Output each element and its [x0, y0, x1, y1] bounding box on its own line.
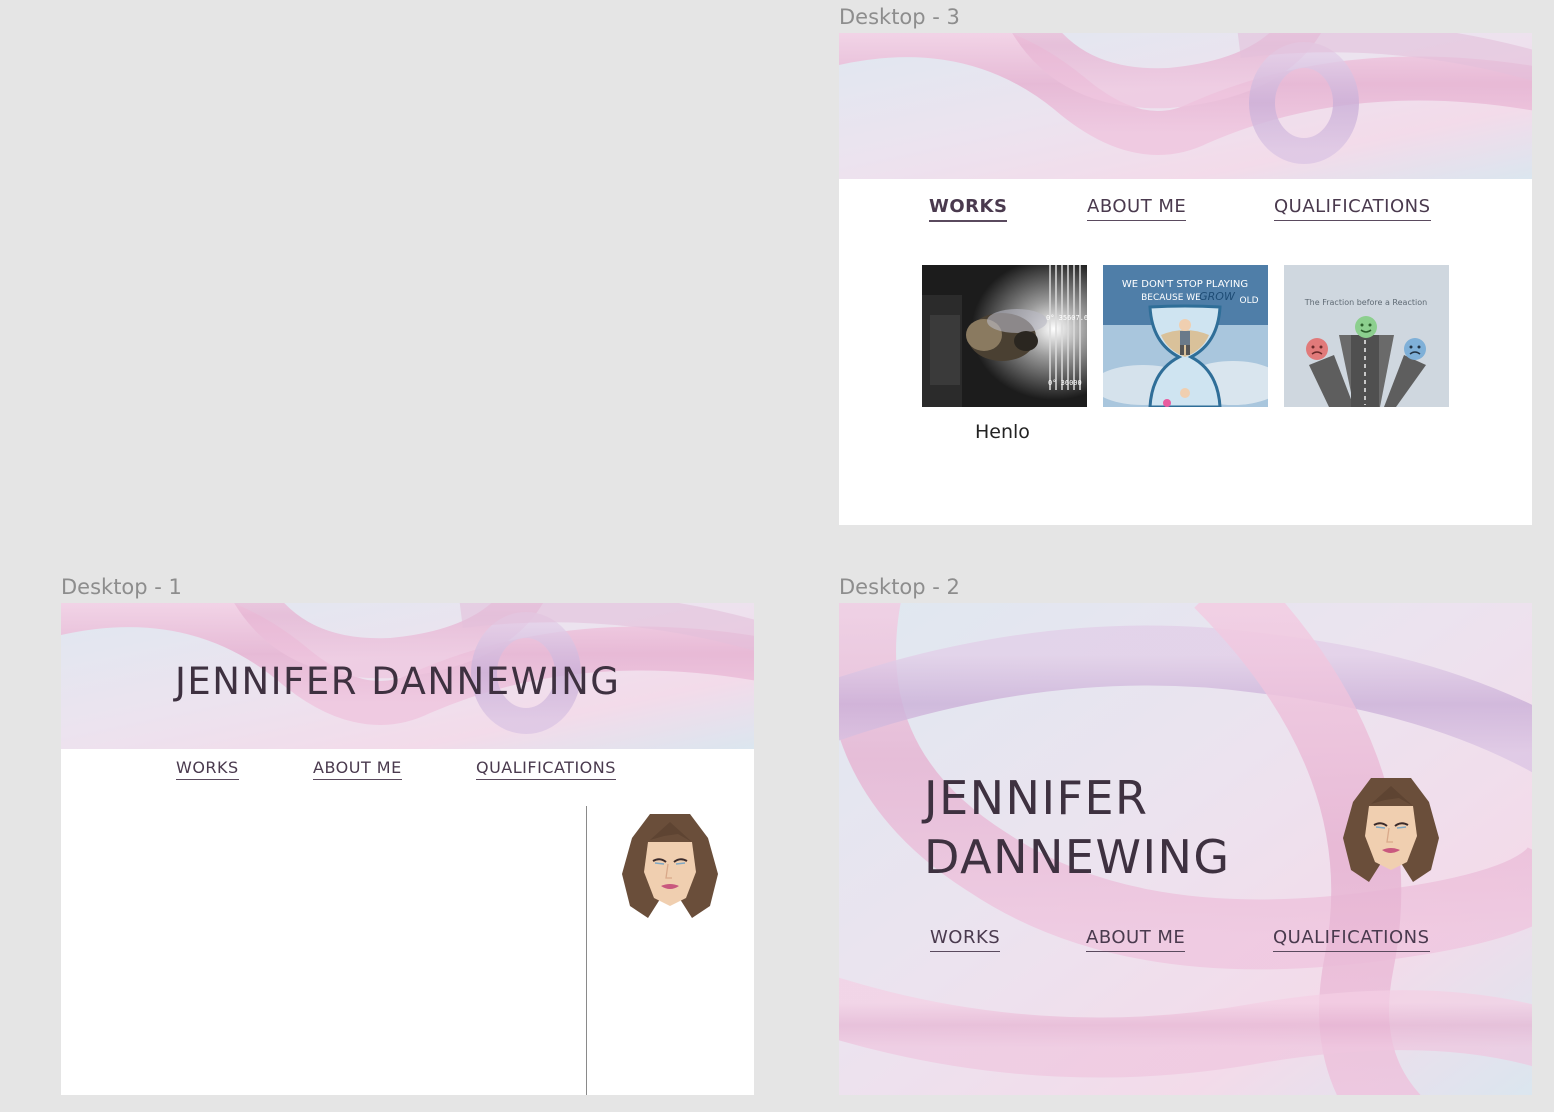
avatar-icon: [1341, 770, 1441, 889]
poster-old: OLD: [1239, 296, 1258, 306]
nav-works[interactable]: WORKS: [929, 196, 1008, 222]
bee-readout-1: 0° 35607.6: [1046, 314, 1087, 322]
bee-readout-2: 0° 36000: [1048, 379, 1082, 387]
poster-line-2: BECAUSE WE: [1141, 293, 1201, 303]
frame-label-desktop-1[interactable]: Desktop - 1: [61, 577, 182, 598]
desktop-1-frame: JENNIFER DANNEWING WORKS ABOUT ME QUALIF…: [61, 603, 754, 1095]
site-title: JENNIFER DANNEWING: [924, 769, 1231, 887]
nav-about-me[interactable]: ABOUT ME: [313, 758, 402, 781]
nav-qualifications[interactable]: QUALIFICATIONS: [1273, 927, 1430, 952]
frame-label-desktop-2[interactable]: Desktop - 2: [839, 577, 960, 598]
fraction-title: The Fraction before a Reaction: [1304, 298, 1427, 307]
work-thumb-fraction[interactable]: The Fraction before a Reaction: [1284, 265, 1449, 407]
work-thumb-hourglass[interactable]: WE DON'T STOP PLAYING BECAUSE WE GROW OL…: [1103, 265, 1268, 407]
avatar-icon: [620, 806, 720, 925]
title-line-2: DANNEWING: [924, 830, 1231, 884]
frame-label-desktop-3[interactable]: Desktop - 3: [839, 7, 960, 28]
nav-about-me[interactable]: ABOUT ME: [1087, 196, 1187, 221]
poster-grow: GROW: [1199, 290, 1236, 303]
nav-works[interactable]: WORKS: [176, 758, 239, 781]
nav-qualifications[interactable]: QUALIFICATIONS: [1274, 196, 1431, 221]
nav-works[interactable]: WORKS: [930, 927, 1001, 952]
title-line-1: JENNIFER: [924, 771, 1149, 825]
hero-banner: [839, 33, 1532, 179]
work-thumb-bee[interactable]: 0° 35607.6 0° 36000: [922, 265, 1087, 407]
content-divider: [586, 806, 587, 1095]
desktop-2-frame: JENNIFER DANNEWING WORKS ABOUT ME QUALIF…: [839, 603, 1532, 1095]
poster-line-1: WE DON'T STOP PLAYING: [1122, 279, 1248, 290]
desktop-3-frame: WORKS ABOUT ME QUALIFICATIONS 0° 35607.6…: [839, 33, 1532, 525]
nav-qualifications[interactable]: QUALIFICATIONS: [476, 758, 616, 781]
nav-about-me[interactable]: ABOUT ME: [1086, 927, 1186, 952]
site-title: JENNIFER DANNEWING: [175, 660, 621, 703]
work-caption: Henlo: [975, 421, 1030, 443]
